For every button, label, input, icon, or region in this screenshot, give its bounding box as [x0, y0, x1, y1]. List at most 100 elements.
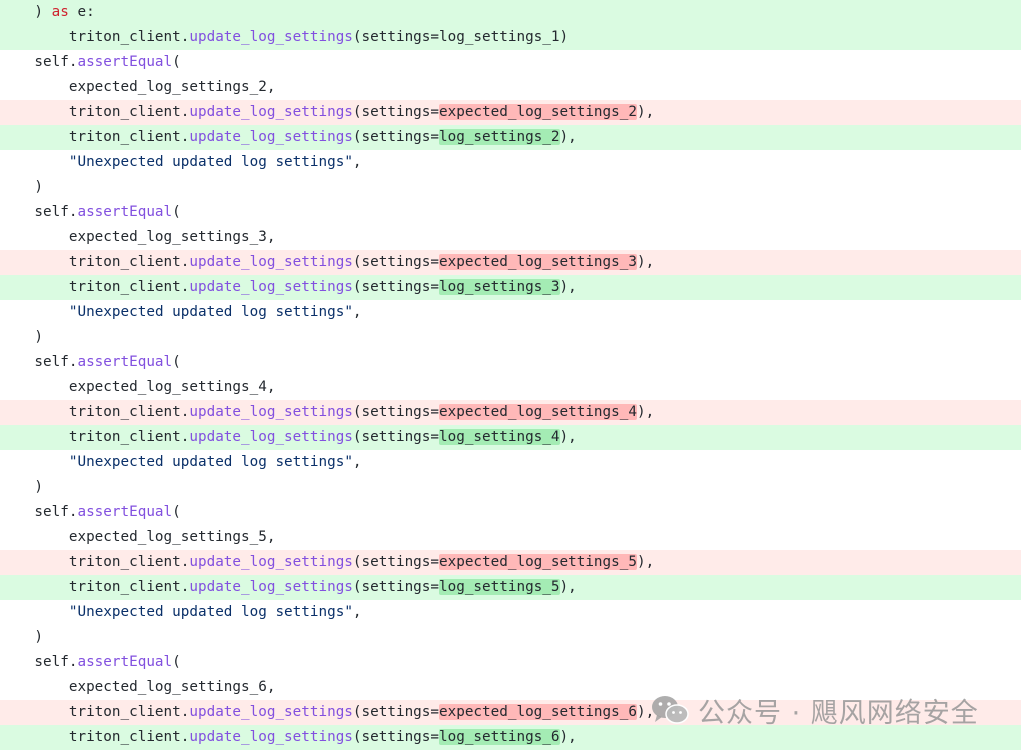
- diff-line-context: "Unexpected updated log settings",: [0, 300, 1021, 325]
- code-token: ),: [636, 404, 655, 420]
- diff-line-context: expected_log_settings_2,: [0, 75, 1021, 100]
- changed-token: expected_log_settings_6: [439, 704, 637, 720]
- code-token: (settings=: [352, 279, 439, 295]
- code-token: ),: [636, 254, 655, 270]
- code-token: (: [172, 504, 181, 520]
- diff-line-context: "Unexpected updated log settings",: [0, 150, 1021, 175]
- changed-token: expected_log_settings_2: [439, 104, 637, 120]
- code-token: (: [172, 354, 181, 370]
- code-token: ),: [559, 129, 577, 145]
- code-token: expected_log_settings_4,: [0, 379, 276, 395]
- code-token: self.: [0, 54, 78, 70]
- changed-token: log_settings_6: [439, 729, 560, 745]
- code-token: self.: [0, 654, 78, 670]
- code-diff-view: ) as e: triton_client.update_log_setting…: [0, 0, 1021, 750]
- diff-line-context: expected_log_settings_3,: [0, 225, 1021, 250]
- code-token: triton_client.: [0, 554, 190, 570]
- code-token: update_log_settings: [189, 729, 353, 745]
- code-token: ),: [559, 579, 577, 595]
- code-token: (settings=: [352, 579, 439, 595]
- diff-line-context: "Unexpected updated log settings",: [0, 600, 1021, 625]
- diff-line-context: self.assertEqual(: [0, 650, 1021, 675]
- code-token: triton_client.: [0, 729, 190, 745]
- code-token: assertEqual: [77, 504, 173, 520]
- code-token: (: [172, 204, 181, 220]
- code-token: triton_client.: [0, 254, 190, 270]
- diff-line-added: triton_client.update_log_settings(settin…: [0, 575, 1021, 600]
- code-token: update_log_settings: [189, 104, 353, 120]
- code-token: ,: [352, 454, 362, 470]
- code-token: ): [0, 4, 52, 20]
- code-token: self.: [0, 504, 78, 520]
- changed-token: log_settings_2: [439, 129, 560, 145]
- code-token: ): [0, 629, 44, 645]
- diff-line-context: ): [0, 175, 1021, 200]
- code-token: (settings=: [352, 429, 439, 445]
- code-token: ),: [559, 429, 577, 445]
- code-token: update_log_settings: [189, 579, 353, 595]
- code-token: triton_client.: [0, 279, 190, 295]
- code-token: ),: [636, 104, 655, 120]
- code-token: assertEqual: [77, 654, 173, 670]
- code-token: update_log_settings: [189, 704, 353, 720]
- code-token: (settings=: [352, 704, 439, 720]
- diff-line-context: "Unexpected updated log settings",: [0, 450, 1021, 475]
- code-token: ,: [352, 604, 362, 620]
- code-token: assertEqual: [77, 204, 173, 220]
- code-token: "Unexpected updated log settings": [68, 304, 353, 320]
- diff-line-added: ) as e:: [0, 0, 1021, 25]
- code-token: update_log_settings: [189, 429, 353, 445]
- code-token: triton_client.: [0, 704, 190, 720]
- code-token: triton_client.: [0, 104, 190, 120]
- code-token: (settings=: [352, 104, 439, 120]
- code-token: ,: [352, 304, 362, 320]
- code-token: (settings=log_settings_1): [352, 29, 569, 45]
- code-token: expected_log_settings_2,: [0, 79, 276, 95]
- code-token: expected_log_settings_6,: [0, 679, 276, 695]
- code-token: update_log_settings: [189, 29, 353, 45]
- code-token: expected_log_settings_5,: [0, 529, 276, 545]
- code-token: triton_client.: [0, 429, 190, 445]
- diff-line-context: expected_log_settings_5,: [0, 525, 1021, 550]
- changed-token: expected_log_settings_3: [439, 254, 637, 270]
- code-token: triton_client.: [0, 579, 190, 595]
- code-token: ),: [559, 279, 577, 295]
- code-token: (settings=: [352, 404, 439, 420]
- diff-line-added: triton_client.update_log_settings(settin…: [0, 425, 1021, 450]
- diff-line-removed: triton_client.update_log_settings(settin…: [0, 550, 1021, 575]
- code-token: ): [0, 479, 44, 495]
- code-token: assertEqual: [77, 354, 173, 370]
- code-token: e:: [68, 4, 95, 20]
- code-token: ): [0, 329, 44, 345]
- code-token: as: [51, 4, 69, 20]
- diff-line-context: ): [0, 475, 1021, 500]
- code-token: triton_client.: [0, 404, 190, 420]
- diff-line-removed: triton_client.update_log_settings(settin…: [0, 700, 1021, 725]
- code-token: expected_log_settings_3,: [0, 229, 276, 245]
- diff-line-added: triton_client.update_log_settings(settin…: [0, 275, 1021, 300]
- code-token: (settings=: [352, 554, 439, 570]
- diff-line-removed: triton_client.update_log_settings(settin…: [0, 250, 1021, 275]
- code-token: update_log_settings: [189, 404, 353, 420]
- diff-line-context: self.assertEqual(: [0, 50, 1021, 75]
- code-token: self.: [0, 204, 78, 220]
- code-token: ),: [636, 554, 655, 570]
- code-token: (settings=: [352, 729, 439, 745]
- code-token: (: [172, 654, 181, 670]
- code-token: assertEqual: [77, 54, 173, 70]
- changed-token: expected_log_settings_4: [439, 404, 637, 420]
- changed-token: log_settings_5: [439, 579, 560, 595]
- code-token: self.: [0, 354, 78, 370]
- diff-line-context: ): [0, 325, 1021, 350]
- code-token: (: [172, 54, 181, 70]
- code-token: "Unexpected updated log settings": [68, 154, 353, 170]
- diff-line-removed: triton_client.update_log_settings(settin…: [0, 400, 1021, 425]
- code-token: (settings=: [352, 129, 439, 145]
- diff-line-removed: triton_client.update_log_settings(settin…: [0, 100, 1021, 125]
- code-token: update_log_settings: [189, 129, 353, 145]
- diff-line-context: ): [0, 625, 1021, 650]
- code-token: update_log_settings: [189, 254, 353, 270]
- code-token: ): [0, 179, 44, 195]
- code-token: update_log_settings: [189, 279, 353, 295]
